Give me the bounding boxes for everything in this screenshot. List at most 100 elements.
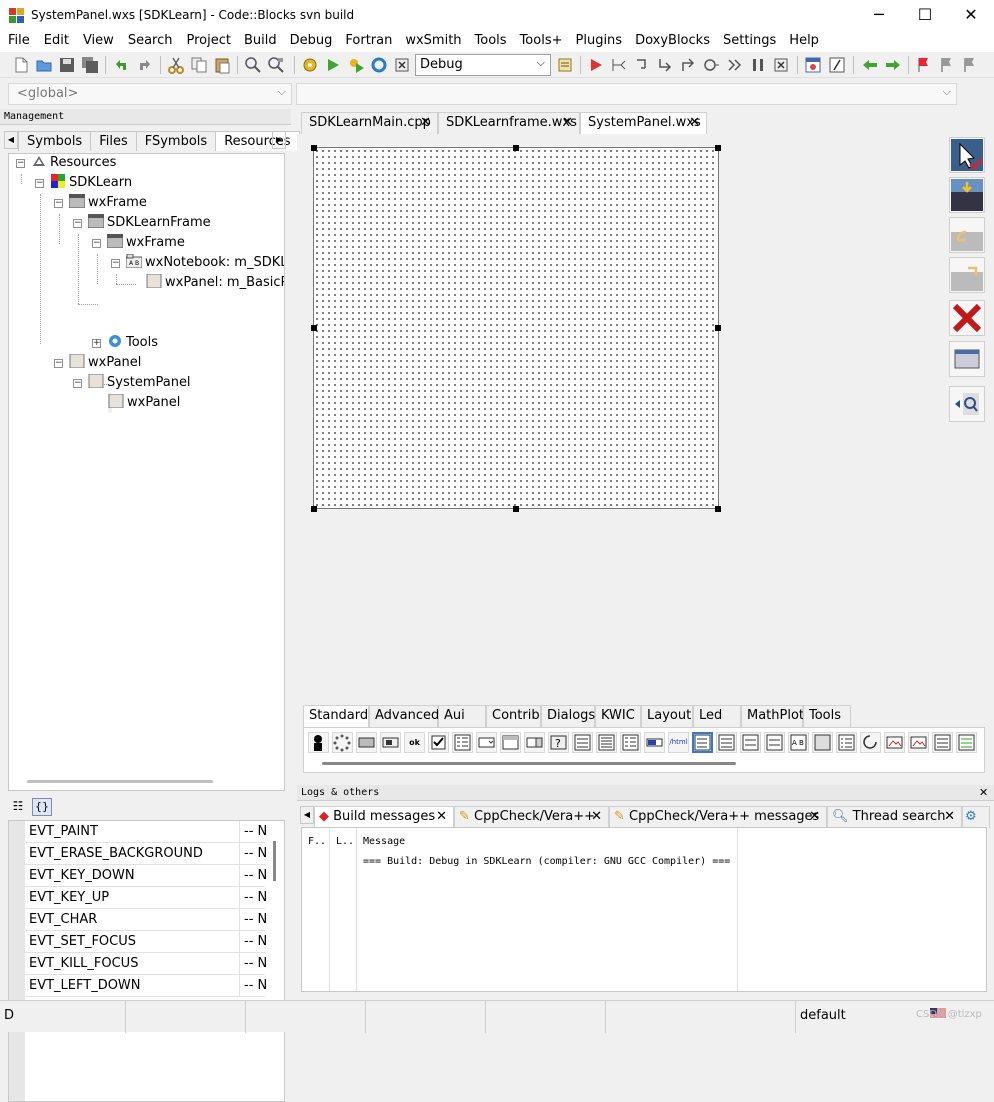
next-bookmark-icon[interactable]	[960, 56, 978, 74]
paste-icon[interactable]	[213, 56, 231, 74]
collapse-icon[interactable]: −	[54, 359, 63, 368]
save-icon[interactable]	[58, 56, 76, 74]
resize-handle[interactable]	[311, 506, 317, 512]
replace-icon[interactable]	[267, 56, 285, 74]
palette-tab-mathplot[interactable]: MathPlot	[741, 705, 804, 727]
close-tab-icon[interactable]: ✕	[436, 807, 447, 827]
event-row[interactable]: EVT_CHAR -- N	[25, 909, 267, 931]
save-all-icon[interactable]	[81, 56, 99, 74]
debug-info-icon[interactable]	[828, 56, 846, 74]
quick-properties-icon[interactable]	[949, 386, 985, 422]
tab-resources[interactable]: Resources	[215, 131, 300, 151]
close-tab-icon[interactable]: ✕	[562, 113, 573, 133]
combobox-icon[interactable]	[524, 732, 545, 753]
palette-tab-aui[interactable]: Aui	[438, 705, 486, 727]
column-line[interactable]: L..	[336, 836, 354, 847]
step-out-icon[interactable]	[679, 56, 697, 74]
logs-tab-cppcheck-messages[interactable]: ✎ CppCheck/Vera++ messages ✕	[609, 806, 827, 828]
menu-project[interactable]: Project	[172, 32, 230, 52]
static-bitmap-icon[interactable]	[884, 732, 905, 753]
insert-before-icon[interactable]	[949, 177, 985, 213]
debug-windows-icon[interactable]	[804, 56, 822, 74]
insert-into-icon[interactable]	[949, 137, 985, 173]
menu-file[interactable]: File	[0, 32, 30, 52]
hyperlink-icon[interactable]: /html	[668, 732, 689, 753]
tab-scroll-right-icon[interactable]: ▶	[272, 131, 286, 149]
abort-build-icon[interactable]	[393, 56, 411, 74]
resize-handle[interactable]	[513, 145, 519, 151]
button-ok-icon[interactable]: ok	[404, 732, 425, 753]
event-row[interactable]: EVT_LEFT_DOWN -- N	[25, 975, 267, 997]
palette-tab-advanced[interactable]: Advanced	[369, 705, 439, 727]
event-row[interactable]: EVT_KEY_DOWN -- N	[25, 865, 267, 887]
open-file-icon[interactable]	[35, 56, 53, 74]
debug-start-icon[interactable]	[587, 56, 605, 74]
menu-view[interactable]: View	[69, 32, 114, 52]
select-target-icon[interactable]	[556, 56, 574, 74]
menu-tools-plus[interactable]: Tools+	[507, 32, 563, 52]
close-tab-icon[interactable]: ✕	[809, 807, 820, 827]
collapse-icon[interactable]: −	[54, 199, 63, 208]
tab-systempanel-wxs[interactable]: SystemPanel.wxs ✕	[580, 112, 707, 134]
palette-tab-contrib[interactable]: Contrib	[486, 705, 541, 727]
new-file-icon[interactable]	[12, 56, 30, 74]
custom-widget-icon[interactable]	[308, 732, 329, 753]
animation-ctrl-icon[interactable]	[356, 732, 377, 753]
static-text-icon[interactable]	[956, 732, 977, 753]
jump-forward-icon[interactable]	[884, 56, 902, 74]
logs-tab-thread-search[interactable]: 🔍︎ Thread search ✕	[827, 806, 962, 828]
menu-doxyblocks[interactable]: DoxyBlocks	[622, 32, 710, 52]
column-message[interactable]: Message	[363, 836, 405, 847]
radio-button-icon[interactable]	[764, 732, 785, 753]
checkbox-icon[interactable]	[428, 732, 449, 753]
event-row[interactable]: EVT_SET_FOCUS -- N	[25, 931, 267, 953]
pause-icon[interactable]	[749, 56, 767, 74]
insert-parent-icon[interactable]	[949, 257, 985, 293]
palette-tab-led[interactable]: Led	[693, 705, 741, 727]
close-tab-icon[interactable]: ✕	[420, 113, 431, 133]
menu-wxsmith[interactable]: wxSmith	[392, 32, 461, 52]
logs-tab-cppcheck[interactable]: ✎ CppCheck/Vera++ ✕	[454, 806, 609, 828]
resource-tree[interactable]: − Resources − SDKLearn − wxFrame − SDKLe…	[8, 153, 285, 791]
tab-scroll-left-icon[interactable]: ◀	[4, 131, 18, 149]
step-into-icon[interactable]	[656, 56, 674, 74]
tree-item-wxpanel-selected[interactable]: wxPanel	[108, 393, 180, 413]
logs-tab-scroll-left-icon[interactable]: ◀	[300, 806, 314, 824]
resize-handle[interactable]	[311, 325, 317, 331]
listbox-icon[interactable]	[692, 732, 713, 753]
menu-edit[interactable]: Edit	[30, 32, 69, 52]
step-into-instruction-icon[interactable]	[725, 56, 743, 74]
resize-handle[interactable]	[715, 325, 721, 331]
menu-debug[interactable]: Debug	[277, 32, 333, 52]
insert-after-icon[interactable]	[949, 217, 985, 253]
undo-icon[interactable]	[112, 56, 130, 74]
listctrl-icon[interactable]	[716, 732, 737, 753]
tab-sdklearnmain-cpp[interactable]: SDKLearnMain.cpp ✕	[301, 112, 438, 134]
close-tab-icon[interactable]: ✕	[591, 807, 602, 827]
cut-icon[interactable]	[167, 56, 185, 74]
spin-ctrl-icon[interactable]	[860, 732, 881, 753]
next-instruction-icon[interactable]	[702, 56, 720, 74]
event-row[interactable]: EVT_PAINT -- N	[25, 821, 267, 843]
tab-symbols[interactable]: Symbols	[18, 131, 92, 151]
column-file[interactable]: F..	[308, 836, 326, 847]
activity-indicator-icon[interactable]	[332, 732, 353, 753]
slider-icon[interactable]	[812, 732, 833, 753]
resize-handle[interactable]	[513, 506, 519, 512]
event-row[interactable]: EVT_KEY_UP -- N	[25, 887, 267, 909]
collapse-icon[interactable]: −	[111, 259, 120, 268]
next-line-icon[interactable]	[633, 56, 651, 74]
design-canvas-panel[interactable]	[313, 147, 719, 509]
checklistbox-icon[interactable]	[452, 732, 473, 753]
stop-debugger-icon[interactable]	[772, 56, 790, 74]
menu-search[interactable]: Search	[114, 32, 173, 52]
events-toggle-button[interactable]: {}	[32, 798, 52, 816]
tab-fsymbols[interactable]: FSymbols	[135, 131, 217, 151]
palette-tab-dialogs[interactable]: Dialogs	[541, 705, 595, 727]
spin-button-icon[interactable]	[836, 732, 857, 753]
logs-tab-build-messages[interactable]: ◆ Build messages ✕	[314, 806, 454, 828]
resize-handle[interactable]	[311, 145, 317, 151]
expand-icon[interactable]: +	[92, 339, 101, 348]
preview-window-icon[interactable]	[949, 341, 985, 377]
date-picker-icon[interactable]	[572, 732, 593, 753]
